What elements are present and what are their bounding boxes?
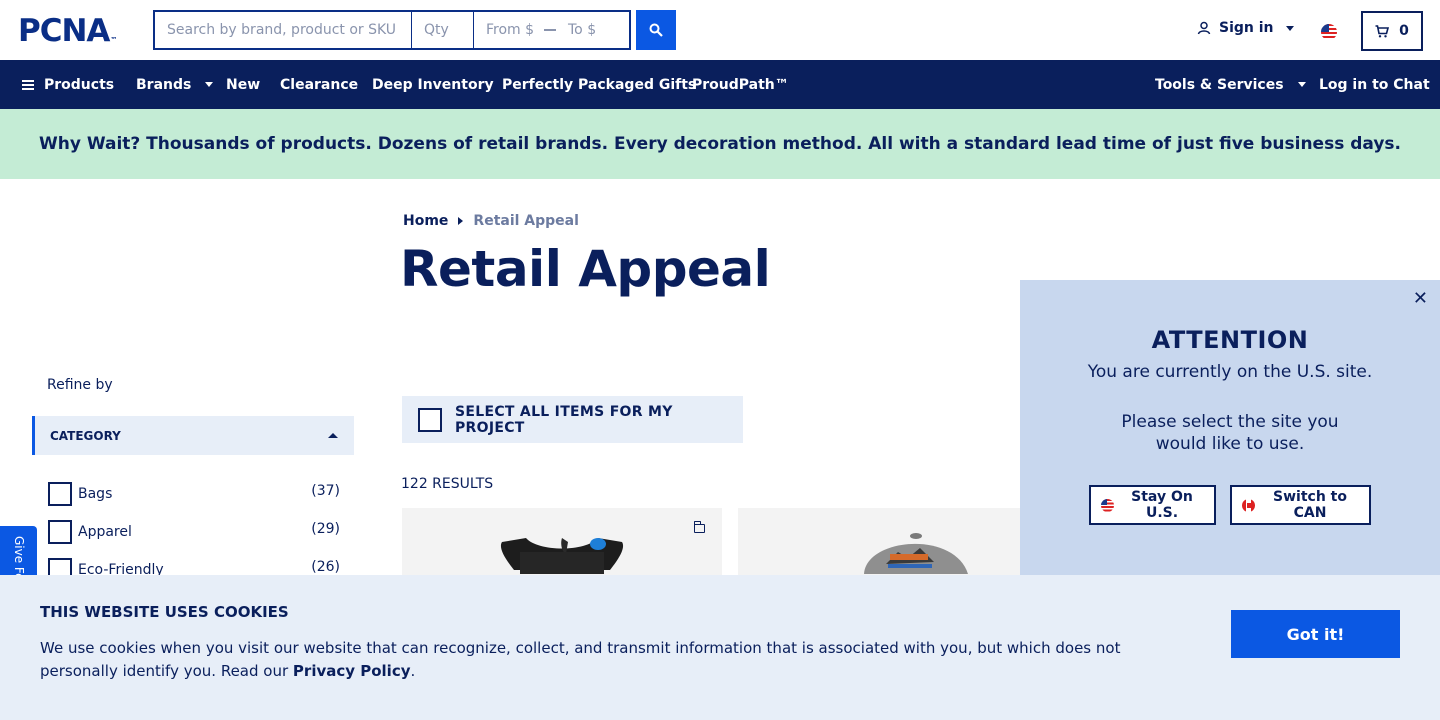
category-filter-header[interactable]: CATEGORY xyxy=(32,416,354,455)
button-label: Switch to CAN xyxy=(1273,489,1347,521)
nav-new[interactable]: New xyxy=(226,60,260,109)
logo-text: PCNA xyxy=(18,13,110,49)
pcna-logo[interactable]: PCNA ™ xyxy=(18,13,118,49)
nav-brands[interactable]: Brands xyxy=(136,60,214,109)
cookie-period: . xyxy=(410,662,416,680)
filter-bags[interactable]: Bags (37) xyxy=(48,482,340,506)
cart-count: 0 xyxy=(1399,23,1409,39)
user-icon xyxy=(1197,21,1211,35)
promo-banner: Why Wait? Thousands of products. Dozens … xyxy=(0,109,1440,179)
search-icon xyxy=(649,23,663,37)
filter-apparel[interactable]: Apparel (29) xyxy=(48,520,340,544)
menu-icon xyxy=(22,79,34,90)
filter-count: (26) xyxy=(311,559,340,575)
cookie-text: We use cookies when you visit our websit… xyxy=(40,637,1140,683)
popup-title: ATTENTION xyxy=(1151,326,1309,354)
cookie-title: THIS WEBSITE USES COOKIES xyxy=(40,603,289,621)
us-flag-icon[interactable] xyxy=(1321,24,1337,40)
filter-count: (29) xyxy=(311,521,340,537)
site-header: PCNA ™ Search by brand, product or SKU Qt… xyxy=(0,0,1440,60)
cart-icon xyxy=(1375,24,1390,37)
category-label: CATEGORY xyxy=(50,428,121,443)
nav-clearance[interactable]: Clearance xyxy=(280,60,358,109)
cookie-body: We use cookies when you visit our websit… xyxy=(40,639,1121,680)
main-nav: Products Brands New Clearance Deep Inven… xyxy=(0,60,1440,109)
search-form: Search by brand, product or SKU Qty From… xyxy=(153,10,631,50)
select-all-label: SELECT ALL ITEMS FOR MY PROJECT xyxy=(455,403,673,436)
nav-deep-inventory[interactable]: Deep Inventory xyxy=(372,60,494,109)
nav-label: Tools & Services xyxy=(1155,76,1284,93)
nav-products[interactable]: Products xyxy=(22,60,114,109)
sign-in-menu[interactable]: Sign in xyxy=(1197,20,1294,36)
canada-flag-icon xyxy=(1242,498,1255,512)
chevron-down-icon xyxy=(1285,25,1294,31)
log-in-to-chat-link[interactable]: Log in to Chat xyxy=(1319,60,1430,109)
breadcrumb-current: Retail Appeal xyxy=(473,213,579,229)
select-all-items[interactable]: SELECT ALL ITEMS FOR MY PROJECT xyxy=(402,396,743,443)
price-range-dash xyxy=(544,12,556,48)
nav-label: Brands xyxy=(136,76,192,93)
popup-current-site-text: You are currently on the U.S. site. xyxy=(1087,362,1373,382)
nav-proudpath[interactable]: ProudPath™ xyxy=(692,60,789,109)
filter-label: Apparel xyxy=(78,524,132,540)
breadcrumb: Home Retail Appeal xyxy=(403,213,579,229)
got-it-button[interactable]: Got it! xyxy=(1231,610,1400,658)
qty-input[interactable]: Qty xyxy=(412,12,474,48)
cart-button[interactable]: 0 xyxy=(1361,11,1423,51)
cookie-banner: THIS WEBSITE USES COOKIES We use cookies… xyxy=(0,575,1440,720)
popup-instruction-text: Please select the site you would like to… xyxy=(1121,412,1339,454)
chevron-down-icon xyxy=(1297,82,1306,87)
site-selector-popup: ✕ ATTENTION You are currently on the U.S… xyxy=(1020,280,1440,580)
sign-in-label: Sign in xyxy=(1219,20,1274,36)
checkbox[interactable] xyxy=(418,407,442,432)
privacy-policy-link[interactable]: Privacy Policy xyxy=(293,662,411,680)
search-button[interactable] xyxy=(636,10,676,50)
checkbox[interactable] xyxy=(48,482,72,506)
chevron-up-icon xyxy=(328,433,338,438)
nav-packaged-gifts[interactable]: Perfectly Packaged Gifts xyxy=(502,60,696,109)
nav-label: Products xyxy=(44,76,115,93)
close-icon[interactable]: ✕ xyxy=(1413,290,1428,308)
button-label: Stay On U.S. xyxy=(1131,489,1193,521)
chevron-down-icon xyxy=(205,82,214,87)
price-to-input[interactable]: To $ xyxy=(556,12,629,48)
chevron-right-icon xyxy=(458,217,464,225)
us-flag-icon xyxy=(1101,498,1114,512)
breadcrumb-home[interactable]: Home xyxy=(403,213,448,229)
checkbox[interactable] xyxy=(48,520,72,544)
folder-icon[interactable] xyxy=(693,521,705,533)
logo-trademark: ™ xyxy=(110,36,118,44)
page-title: Retail Appeal xyxy=(400,240,771,298)
price-from-input[interactable]: From $ xyxy=(474,12,544,48)
results-count: 122 RESULTS xyxy=(401,476,494,492)
switch-to-can-button[interactable]: Switch to CAN xyxy=(1230,485,1371,525)
refine-by-label: Refine by xyxy=(47,377,113,393)
filter-label: Bags xyxy=(78,486,113,502)
nav-tools-services[interactable]: Tools & Services xyxy=(1155,60,1306,109)
stay-on-us-button[interactable]: Stay On U.S. xyxy=(1089,485,1216,525)
search-input[interactable]: Search by brand, product or SKU xyxy=(155,12,412,48)
filter-count: (37) xyxy=(311,483,340,499)
